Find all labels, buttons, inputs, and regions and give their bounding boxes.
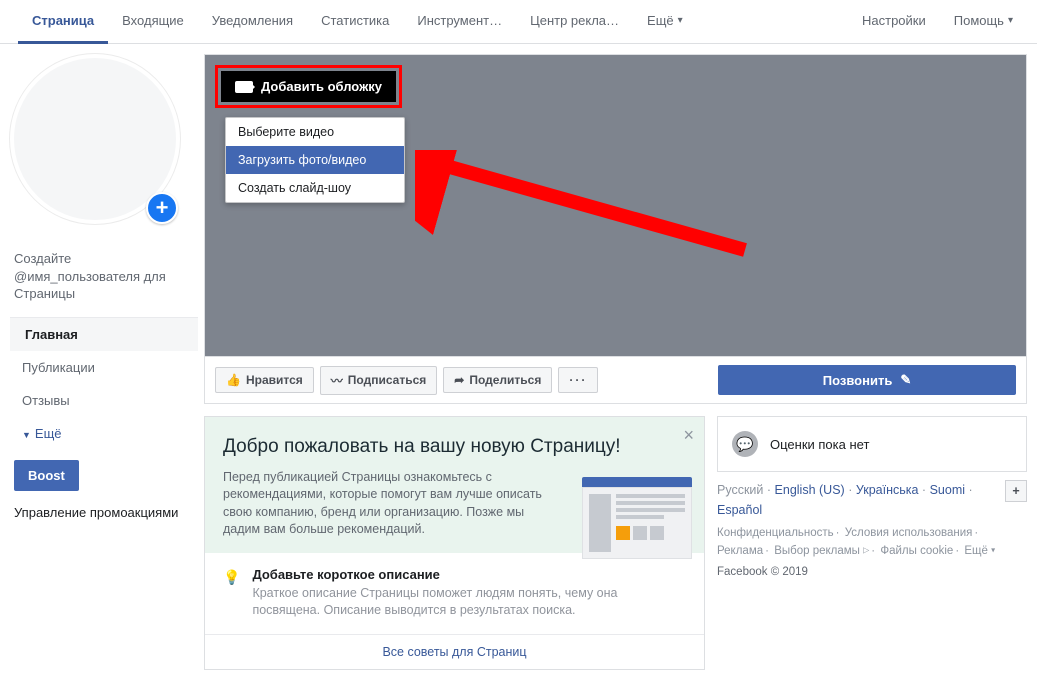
camera-icon — [235, 81, 253, 93]
page-footer: Конфиденциальность· Условия использовани… — [717, 520, 1027, 581]
boost-button[interactable]: Boost — [14, 460, 79, 491]
tab-ad-center[interactable]: Центр рекла… — [516, 0, 633, 44]
ratings-card: 💬 Оценки пока нет — [717, 416, 1027, 472]
create-username-link[interactable]: Создайте @имя_пользователя для Страницы — [10, 250, 198, 317]
sidenav-posts[interactable]: Публикации — [10, 351, 198, 384]
cover-menu-slideshow[interactable]: Создать слайд-шоу — [226, 174, 404, 202]
tab-settings[interactable]: Настройки — [848, 0, 940, 44]
add-cover-label: Добавить обложку — [261, 79, 382, 94]
follow-button[interactable]: 〰Подписаться — [320, 366, 437, 395]
tip-title: Добавьте короткое описание — [252, 567, 686, 582]
annotation-arrow — [415, 150, 765, 270]
left-sidebar: + Создайте @имя_пользователя для Страниц… — [0, 44, 198, 680]
footer-cookies[interactable]: Файлы cookie — [880, 545, 953, 557]
chevron-down-icon: ▾ — [678, 15, 683, 26]
more-actions-button[interactable]: ··· — [558, 367, 598, 393]
ratings-text: Оценки пока нет — [770, 437, 869, 452]
thumbs-up-icon: 👍 — [226, 373, 241, 387]
all-tips-link[interactable]: Все советы для Страниц — [205, 634, 704, 669]
lightbulb-icon: 💡 — [223, 569, 240, 586]
call-button[interactable]: Позвонить✎ — [718, 365, 1016, 395]
cover-menu-choose-video[interactable]: Выберите видео — [226, 118, 404, 146]
tab-tools[interactable]: Инструмент… — [403, 0, 516, 44]
main-content: Добавить обложку Выберите видео Загрузит… — [198, 44, 1037, 680]
footer-terms[interactable]: Условия использования — [845, 527, 973, 539]
welcome-illustration — [582, 477, 692, 559]
cover-photo-area[interactable]: Добавить обложку Выберите видео Загрузит… — [204, 54, 1027, 357]
welcome-close-button[interactable]: × — [683, 425, 694, 446]
chat-bubble-icon: 💬 — [732, 431, 758, 457]
language-switcher: Русский · English (US) · Українська · Su… — [717, 480, 1027, 520]
add-language-button[interactable]: + — [1005, 480, 1027, 502]
sidenav-reviews[interactable]: Отзывы — [10, 384, 198, 417]
lang-es[interactable]: Español — [717, 503, 762, 517]
tab-insights[interactable]: Статистика — [307, 0, 403, 44]
chevron-down-icon: ▾ — [1008, 15, 1013, 26]
footer-privacy[interactable]: Конфиденциальность — [717, 527, 834, 539]
cover-menu-upload[interactable]: Загрузить фото/видео — [226, 146, 404, 174]
rss-icon: 〰 — [331, 372, 343, 389]
welcome-description: Перед публикацией Страницы ознакомьтесь … — [223, 469, 553, 539]
pencil-icon: ✎ — [900, 372, 911, 388]
top-nav: Страница Входящие Уведомления Статистика… — [0, 0, 1037, 44]
footer-ads[interactable]: Реклама — [717, 545, 763, 557]
manage-promotions-link[interactable]: Управление промоакциями — [10, 501, 198, 524]
lang-ru[interactable]: Русский — [717, 483, 763, 497]
footer-copyright: Facebook © 2019 — [717, 563, 1027, 581]
annotation-highlight: Добавить обложку — [215, 65, 402, 108]
like-button[interactable]: 👍Нравится — [215, 367, 314, 393]
plus-icon: + — [156, 195, 169, 221]
sidenav-more[interactable]: ▼Ещё — [10, 417, 198, 450]
footer-more[interactable]: Ещё ▾ — [964, 545, 995, 557]
tab-help[interactable]: Помощь▾ — [940, 0, 1027, 44]
sidenav-home[interactable]: Главная — [10, 318, 198, 351]
welcome-card: × Добро пожаловать на вашу новую Страниц… — [204, 416, 705, 670]
tab-more[interactable]: Ещё▾ — [633, 0, 697, 44]
tip-add-description[interactable]: 💡 Добавьте короткое описание Краткое опи… — [205, 553, 704, 634]
adchoices-icon: ▷ — [863, 546, 869, 555]
page-action-bar: 👍Нравится 〰Подписаться ➦Поделиться ··· П… — [204, 357, 1027, 404]
lang-fi[interactable]: Suomi — [930, 483, 965, 497]
share-icon: ➦ — [454, 373, 464, 387]
footer-adchoices[interactable]: Выбор рекламы ▷ — [774, 545, 869, 557]
share-button[interactable]: ➦Поделиться — [443, 367, 552, 393]
tab-page[interactable]: Страница — [18, 0, 108, 44]
add-cover-dropdown: Выберите видео Загрузить фото/видео Созд… — [225, 117, 405, 203]
tip-subtitle: Краткое описание Страницы поможет людям … — [252, 585, 686, 620]
profile-photo-container: + — [10, 54, 188, 232]
triangle-down-icon: ▼ — [22, 430, 31, 440]
lang-uk[interactable]: Українська — [856, 483, 919, 497]
page-side-nav: Главная Публикации Отзывы ▼Ещё — [10, 317, 198, 450]
welcome-title: Добро пожаловать на вашу новую Страницу! — [223, 435, 686, 459]
lang-en[interactable]: English (US) — [775, 483, 845, 497]
add-cover-button[interactable]: Добавить обложку — [221, 71, 396, 102]
add-profile-photo-button[interactable]: + — [146, 192, 178, 224]
triangle-down-icon: ▾ — [991, 546, 995, 555]
tab-notifications[interactable]: Уведомления — [198, 0, 307, 44]
tab-inbox[interactable]: Входящие — [108, 0, 198, 44]
